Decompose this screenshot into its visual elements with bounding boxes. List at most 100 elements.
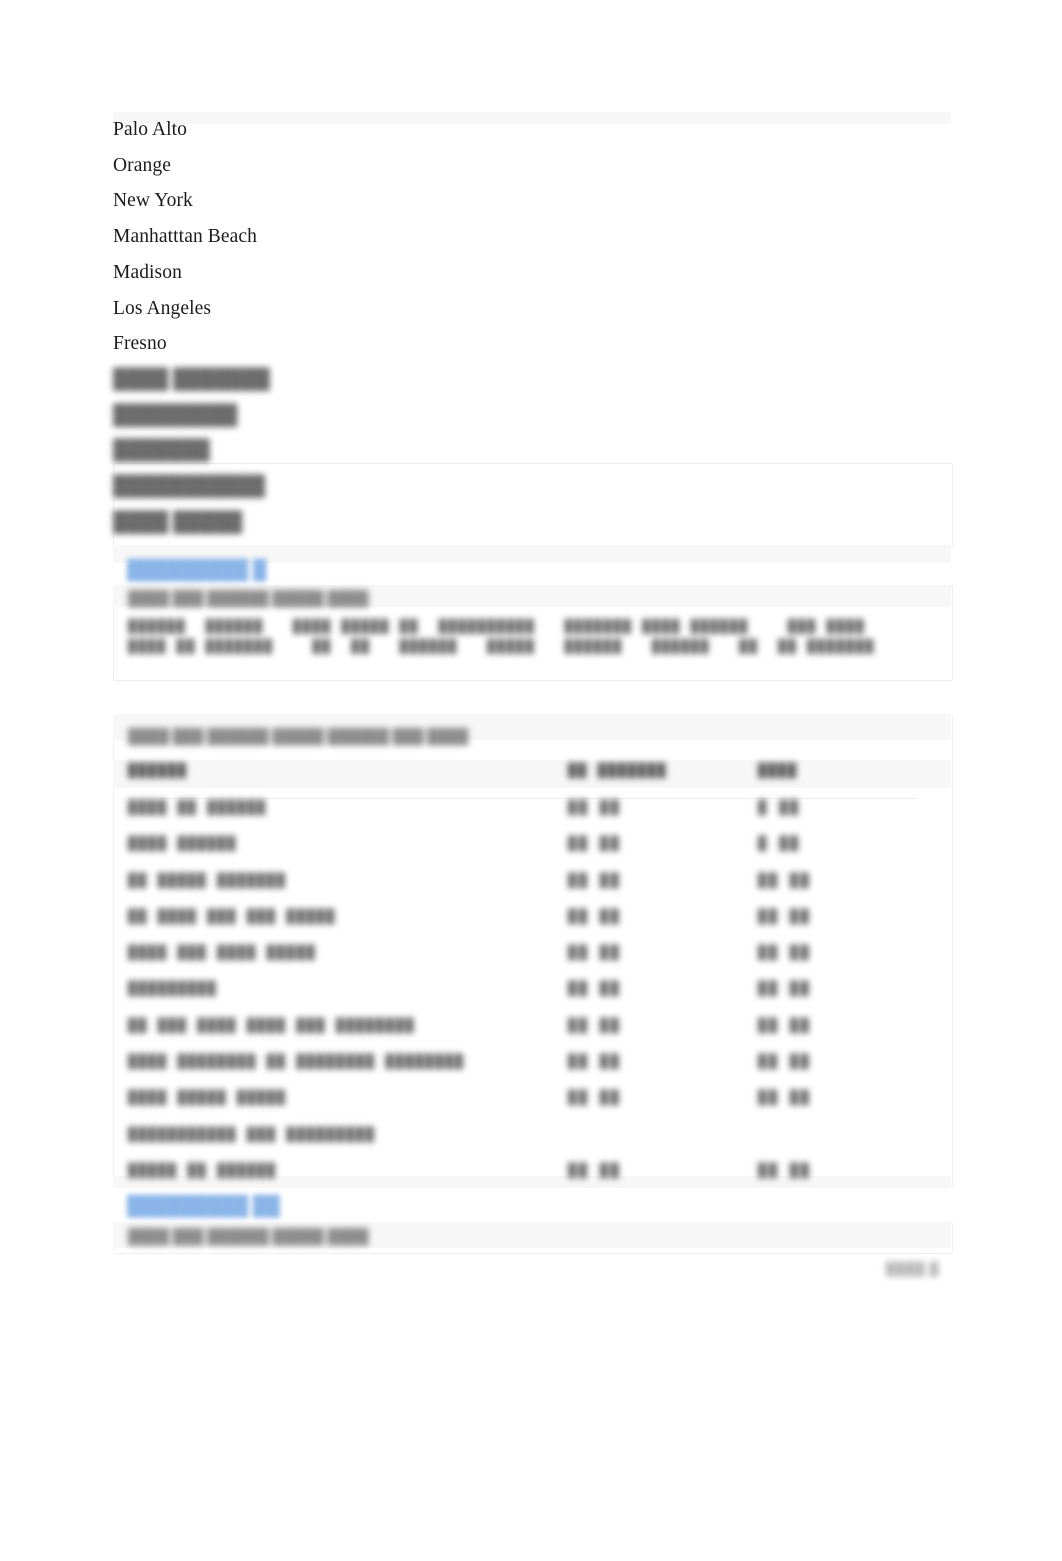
cell-text: ██ ██ — [568, 1090, 622, 1107]
cell-middle: ██ ██ — [568, 980, 758, 1016]
list-item: Manhatttan Beach — [113, 226, 258, 248]
data-table: ██████ ██ ███████ ████ ████ ██ ██████ ██… — [128, 762, 918, 1198]
cell-text: ██ ████ ███ ███ █████ — [128, 908, 336, 925]
section-one-sub-label: ████ ███ ██████ █████ ████ — [128, 588, 369, 610]
header-text: ████ — [758, 763, 798, 779]
code-line: ████ ██ ███████ ██ ██ ██████ █████ █████… — [128, 640, 876, 655]
cell-name: ██ ███ ████ ████ ███ ████████ — [128, 1017, 568, 1053]
cell-name: ████ ██████ — [128, 835, 568, 871]
cell-text: ██ ██ — [758, 1090, 812, 1107]
table-row: ██ █████ ███████ ██ ██ ██ ██ — [128, 872, 918, 908]
cell-right: ██ ██ — [758, 980, 918, 1016]
cell-middle: ██ ██ — [568, 944, 758, 980]
table-row: ██ ████ ███ ███ █████ ██ ██ ██ ██ — [128, 908, 918, 944]
section-one-heading[interactable]: █████████ █ — [127, 558, 266, 584]
cell-text: █ ██ — [758, 800, 801, 816]
table-body: ████ ██ ██████ ██ ██ █ ██ ████ ██████ ██… — [128, 799, 918, 1199]
table-row: ████ █████ █████ ██ ██ ██ ██ — [128, 1089, 918, 1125]
cell-middle: ██ ██ — [568, 872, 758, 908]
table-row: ████ ██ ██████ ██ ██ █ ██ — [128, 799, 918, 836]
table-row: ███████████ ███ █████████ — [128, 1126, 918, 1162]
table-row: ██ ███ ████ ████ ███ ████████ ██ ██ ██ █… — [128, 1017, 918, 1053]
cell-name: ████ █████ █████ — [128, 1089, 568, 1125]
redacted-text: ████ ███████ — [113, 368, 270, 390]
table-row: ████ ███ ████ █████ ██ ██ ██ ██ — [128, 944, 918, 980]
sub-label-text: ████ ███ ██████ █████ ██████ ███ ████ — [128, 729, 469, 745]
cell-text: ██ ██ — [758, 1054, 812, 1071]
section-three-heading[interactable]: █████████ ██ — [127, 1194, 280, 1220]
cell-name: █████ ██ ██████ — [128, 1162, 568, 1198]
cell-name: █████████ — [128, 980, 568, 1016]
list-item: ████ █████ — [113, 505, 953, 541]
cell-text: ███████████ ███ █████████ — [128, 1126, 376, 1143]
cell-name: ████ ████████ ██ ████████ ████████ — [128, 1053, 568, 1089]
column-header-right[interactable]: ████ — [758, 762, 918, 799]
cell-right: █ ██ — [758, 835, 918, 871]
cell-name: ██ █████ ███████ — [128, 872, 568, 908]
list-item: New York — [113, 190, 193, 212]
redacted-text: █████████ — [113, 404, 238, 426]
table-row: ████ ████████ ██ ████████ ████████ ██ ██… — [128, 1053, 918, 1089]
cell-middle — [568, 1126, 758, 1162]
code-block: ██████ ██████ ████ █████ ██ ██████████ █… — [128, 618, 928, 658]
cell-text: ████ █████ █████ — [128, 1090, 287, 1107]
list-item: Madison — [113, 261, 182, 283]
cell-name: ████ ██ ██████ — [128, 799, 568, 836]
cell-name: ██ ████ ███ ███ █████ — [128, 908, 568, 944]
section-three-sub-label: ████ ███ ██████ █████ ████ — [128, 1226, 369, 1248]
column-header-middle[interactable]: ██ ███████ — [568, 762, 758, 799]
list-item: ████ ███████ — [113, 362, 953, 398]
sub-label-text: ████ ███ ██████ █████ ████ — [128, 591, 369, 607]
cell-text: ██ ██ — [568, 1054, 622, 1071]
section-two-sub-label: ████ ███ ██████ █████ ██████ ███ ████ — [128, 726, 468, 748]
cell-right — [758, 1126, 918, 1162]
code-line: ██████ ██████ ████ █████ ██ ██████████ █… — [128, 620, 866, 635]
cell-middle: ██ ██ — [568, 1053, 758, 1089]
cell-text: ██ ██ — [568, 800, 622, 816]
sub-label-text: ████ ███ ██████ █████ ████ — [128, 1229, 369, 1245]
cell-text: ████ ███ ████ █████ — [128, 945, 317, 962]
cell-text: ██ ██ — [758, 981, 812, 998]
header-text: ██████ — [128, 763, 188, 779]
document-page: Palo Alto Orange New York Manhatttan Bea… — [0, 0, 1062, 1561]
cell-text: ████ ██████ — [128, 836, 237, 853]
cell-middle: ██ ██ — [568, 1089, 758, 1125]
cell-text: ██ ██ — [758, 945, 812, 962]
list-item: Los Angeles — [113, 297, 212, 319]
city-list: Palo Alto Orange New York Manhatttan Bea… — [113, 112, 953, 362]
cell-right: ██ ██ — [758, 872, 918, 908]
cell-text: ██ ██ — [758, 1162, 812, 1179]
list-item: ███████ — [113, 433, 953, 469]
section-three-heading-text: █████████ ██ — [127, 1196, 280, 1217]
column-header-name[interactable]: ██████ — [128, 762, 568, 799]
page-footer: ████ █ — [886, 1262, 939, 1277]
document-content: Palo Alto Orange New York Manhatttan Bea… — [113, 112, 953, 540]
cell-text: █████ ██ ██████ — [128, 1162, 277, 1179]
redacted-text: ███████ — [113, 440, 210, 462]
cell-right: ██ ██ — [758, 1162, 918, 1198]
cell-text: ██ ██ — [568, 908, 622, 925]
cell-name: ████ ███ ████ █████ — [128, 944, 568, 980]
redacted-city-list: ████ ███████ █████████ ███████ █████████… — [113, 362, 953, 540]
page-number: ████ █ — [886, 1262, 940, 1276]
cell-text: █ ██ — [758, 836, 801, 853]
cell-text: ██ ██ — [758, 908, 812, 925]
table-row: ████ ██████ ██ ██ █ ██ — [128, 835, 918, 871]
cell-name: ███████████ ███ █████████ — [128, 1126, 568, 1162]
cell-text: ██ ███ ████ ████ ███ ████████ — [128, 1017, 416, 1034]
cell-text: ██ █████ ███████ — [128, 872, 287, 889]
cell-text: ██ ██ — [568, 1017, 622, 1034]
cell-text: ██ ██ — [568, 1162, 622, 1179]
redacted-text: ████ █████ — [113, 511, 243, 533]
cell-right: ██ ██ — [758, 1089, 918, 1125]
cell-middle: ██ ██ — [568, 799, 758, 836]
list-item: Orange — [113, 154, 171, 176]
cell-text: ██ ██ — [568, 945, 622, 962]
table-row: █████████ ██ ██ ██ ██ — [128, 980, 918, 1016]
cell-right: ██ ██ — [758, 1017, 918, 1053]
list-item: █████████ — [113, 398, 953, 434]
cell-middle: ██ ██ — [568, 908, 758, 944]
table-row: █████ ██ ██████ ██ ██ ██ ██ — [128, 1162, 918, 1198]
table-head: ██████ ██ ███████ ████ — [128, 762, 918, 799]
cell-text: █████████ — [128, 981, 218, 998]
